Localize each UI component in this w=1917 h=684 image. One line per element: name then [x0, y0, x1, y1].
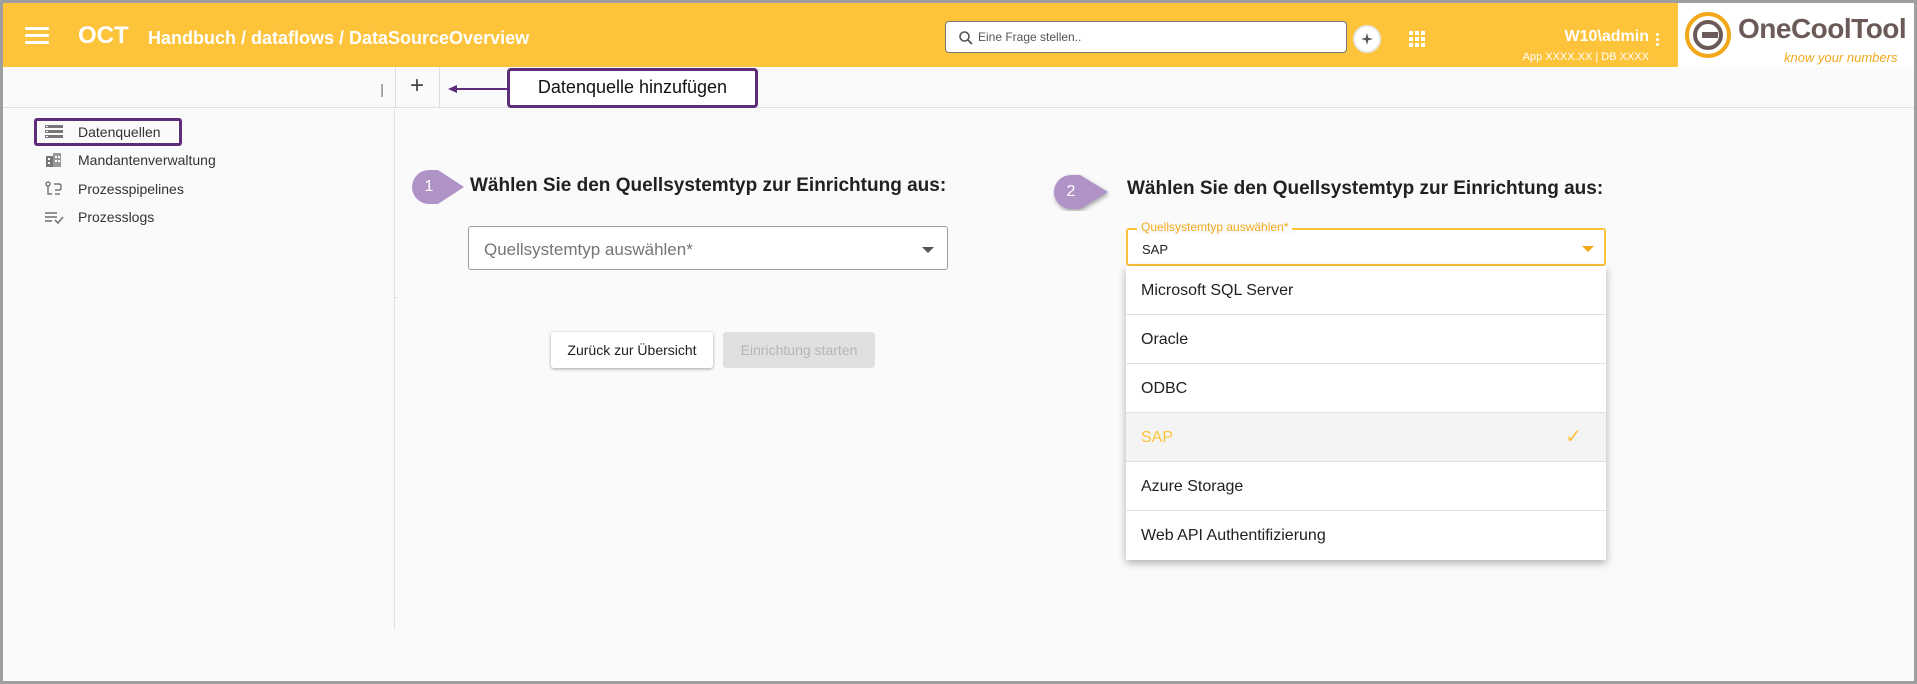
option-label: Microsoft SQL Server	[1141, 282, 1294, 299]
option-label: Azure Storage	[1141, 478, 1244, 495]
more-vert-icon[interactable]	[1656, 33, 1660, 48]
chevron-down-icon	[1582, 246, 1594, 252]
start-setup-button[interactable]: Einrichtung starten	[723, 332, 875, 368]
callout-arrow	[448, 85, 508, 93]
logo-icon	[1685, 12, 1731, 58]
back-to-overview-button[interactable]: Zurück zur Übersicht	[551, 332, 713, 368]
step2-heading: Wählen Sie den Quellsystemtyp zur Einric…	[1127, 178, 1604, 199]
brand-logo: OneCoolTool know your numbers	[1678, 3, 1914, 67]
sidebar-item-prozesspipelines[interactable]: Prozesspipelines	[44, 178, 184, 200]
annotation-callout: Datenquelle hinzufügen	[507, 68, 758, 108]
option-azure-storage[interactable]: Azure Storage	[1126, 462, 1606, 511]
divider	[394, 297, 398, 298]
search-box[interactable]	[945, 21, 1347, 53]
user-name[interactable]: W10\admin	[1503, 28, 1649, 46]
sidebar-item-prozesslogs[interactable]: Prozesslogs	[44, 206, 154, 228]
search-icon	[959, 31, 973, 45]
option-odbc[interactable]: ODBC	[1126, 364, 1606, 413]
source-type-select[interactable]: Quellsystemtyp auswählen*	[468, 226, 948, 270]
divider	[439, 67, 440, 108]
step-badge-2: 2	[1052, 173, 1108, 209]
tab-toolbar: || +	[3, 67, 1914, 108]
sidebar-item-datenquellen[interactable]: Datenquellen	[44, 121, 161, 143]
breadcrumb: Handbuch / dataflows / DataSourceOvervie…	[148, 28, 530, 48]
step-number: 2	[1066, 183, 1076, 200]
resize-handle[interactable]: ||	[380, 81, 385, 97]
pipeline-icon	[45, 181, 62, 195]
ai-sparkle-icon	[1361, 33, 1373, 45]
list-check-icon	[45, 212, 64, 225]
source-type-dropdown: Microsoft SQL Server Oracle ODBC SAP ✓ Az…	[1126, 266, 1606, 560]
floating-label: Quellsystemtyp auswählen*	[1137, 220, 1293, 234]
option-sap[interactable]: SAP ✓	[1126, 413, 1606, 462]
menu-icon[interactable]	[25, 27, 49, 45]
storage-icon	[45, 125, 63, 138]
search-input[interactable]	[978, 27, 1338, 47]
option-label: ODBC	[1141, 380, 1188, 397]
top-app-bar: OCT Handbuch / dataflows / DataSourceOve…	[3, 3, 1914, 67]
version-info: App XXXX.XX | DB XXXX	[1522, 51, 1649, 63]
source-type-select-open[interactable]: Quellsystemtyp auswählen* SAP	[1126, 220, 1606, 266]
sidebar-item-label: Datenquellen	[78, 124, 161, 140]
select-placeholder: Quellsystemtyp auswählen*	[484, 240, 693, 259]
logo-wordmark: OneCoolTool	[1738, 13, 1907, 44]
sidebar-item-mandantenverwaltung[interactable]: Mandantenverwaltung	[44, 149, 216, 171]
step-badge-1: 1	[412, 170, 464, 204]
sidebar-item-label: Prozesslogs	[78, 209, 155, 225]
step1-heading: Wählen Sie den Quellsystemtyp zur Einric…	[470, 175, 947, 196]
building-icon	[46, 153, 61, 167]
app-title[interactable]: OCT	[78, 22, 129, 50]
sidebar-item-label: Mandantenverwaltung	[78, 152, 216, 168]
option-label: SAP	[1141, 429, 1174, 446]
ai-assistant-button[interactable]	[1353, 25, 1381, 53]
sidebar-item-label: Prozesspipelines	[78, 181, 184, 197]
divider	[395, 67, 396, 108]
option-mssql[interactable]: Microsoft SQL Server	[1126, 266, 1606, 315]
logo-tagline: know your numbers	[1784, 50, 1898, 65]
step-number: 1	[424, 178, 434, 195]
option-web-api[interactable]: Web API Authentifizierung	[1126, 511, 1606, 560]
check-icon: ✓	[1565, 426, 1582, 448]
chevron-down-icon	[922, 247, 934, 253]
option-oracle[interactable]: Oracle	[1126, 315, 1606, 364]
apps-grid-icon[interactable]	[1409, 31, 1425, 47]
option-label: Web API Authentifizierung	[1141, 527, 1326, 544]
option-label: Oracle	[1141, 331, 1189, 348]
selected-value: SAP	[1142, 242, 1169, 257]
add-datasource-button[interactable]: +	[403, 73, 431, 101]
